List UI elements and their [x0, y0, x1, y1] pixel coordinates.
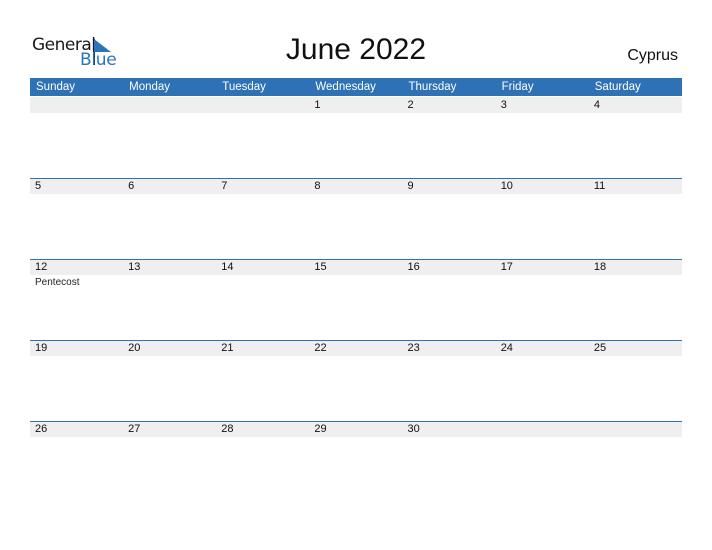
day-cell: 11 — [589, 178, 682, 259]
day-number: 8 — [314, 180, 321, 192]
day-cell — [589, 421, 682, 502]
day-cell: 14 — [216, 259, 309, 340]
day-number: 9 — [407, 180, 414, 192]
day-cell: 30 — [403, 421, 496, 502]
day-number: 7 — [221, 180, 228, 192]
day-cell — [216, 97, 309, 178]
day-cell: 19 — [30, 340, 123, 421]
day-cell: 1 — [309, 97, 402, 178]
day-number: 23 — [407, 342, 420, 354]
day-number: 13 — [128, 261, 141, 273]
day-cell: 26 — [30, 421, 123, 502]
weekday-thursday: Thursday — [408, 81, 457, 93]
day-cell: 9 — [403, 178, 496, 259]
weekday-monday: Monday — [129, 81, 171, 93]
day-number: 28 — [221, 423, 234, 435]
week-row: 26 27 28 29 30 — [30, 421, 682, 502]
day-number: 18 — [593, 261, 607, 273]
weekday-wednesday: Wednesday — [315, 81, 376, 93]
day-number: 26 — [35, 423, 48, 435]
day-cell: 20 — [123, 340, 216, 421]
weekday-tuesday: Tuesday — [222, 81, 266, 93]
day-number: 22 — [314, 342, 327, 354]
day-cell — [496, 421, 589, 502]
day-cell: 16 — [403, 259, 496, 340]
day-number: 27 — [128, 423, 141, 435]
week-row: 19 20 21 22 23 24 25 — [30, 340, 682, 421]
day-cell: 21 — [216, 340, 309, 421]
day-number: 20 — [128, 342, 141, 354]
day-cell: 4 — [589, 97, 682, 178]
day-cell: 29 — [309, 421, 402, 502]
day-cell: 13 — [123, 259, 216, 340]
day-cell — [30, 97, 123, 178]
day-number: 4 — [593, 99, 600, 111]
day-cell: 8 — [309, 178, 402, 259]
day-number: 16 — [407, 261, 420, 273]
week-row: 5 6 7 8 9 10 11 — [30, 178, 682, 259]
day-cell: 18 — [589, 259, 682, 340]
day-number: 2 — [407, 99, 414, 111]
day-number: 21 — [221, 342, 234, 354]
day-cell: 3 — [496, 97, 589, 178]
day-cell: 17 — [496, 259, 589, 340]
day-number: 5 — [35, 180, 42, 192]
weekday-friday: Friday — [501, 81, 534, 93]
weekday-sunday: Sunday — [36, 81, 76, 93]
day-number: 29 — [314, 423, 327, 435]
day-cell: 5 — [30, 178, 123, 259]
day-cell: 24 — [496, 340, 589, 421]
day-number: 1 — [314, 99, 321, 111]
weekday-header: Sunday Monday Tuesday Wednesday Thursday Frid… — [30, 78, 682, 96]
day-cell: 6 — [123, 178, 216, 259]
day-cell: 22 — [309, 340, 402, 421]
week-row: 12 Pentecost 13 14 15 16 17 18 — [30, 259, 682, 340]
day-number: 12 — [35, 261, 48, 273]
weekday-saturday: Saturday — [594, 81, 641, 93]
day-number: 10 — [500, 180, 513, 192]
day-number: 25 — [593, 342, 607, 354]
day-number: 30 — [407, 423, 420, 435]
holiday-label: Pentecost — [35, 277, 80, 288]
day-number: 15 — [314, 261, 327, 273]
day-cell: 2 — [403, 97, 496, 178]
day-cell: 28 — [216, 421, 309, 502]
day-number: 3 — [500, 99, 507, 111]
day-number: 19 — [35, 342, 48, 354]
day-number: 14 — [221, 261, 234, 273]
calendar-title: June 2022 — [285, 33, 427, 66]
day-cell: 23 — [403, 340, 496, 421]
day-cell: 25 — [589, 340, 682, 421]
day-cell — [123, 97, 216, 178]
day-cell: 10 — [496, 178, 589, 259]
day-number: 6 — [128, 180, 135, 192]
day-cell: 15 — [309, 259, 402, 340]
day-cell: 12 Pentecost — [30, 259, 123, 340]
day-cell: 7 — [216, 178, 309, 259]
day-number: 24 — [500, 342, 513, 354]
day-number: 17 — [500, 261, 513, 273]
day-number: 11 — [593, 180, 606, 192]
day-cell: 27 — [123, 421, 216, 502]
country-label: Cyprus — [627, 47, 678, 64]
week-row: 1 2 3 4 — [30, 97, 682, 178]
